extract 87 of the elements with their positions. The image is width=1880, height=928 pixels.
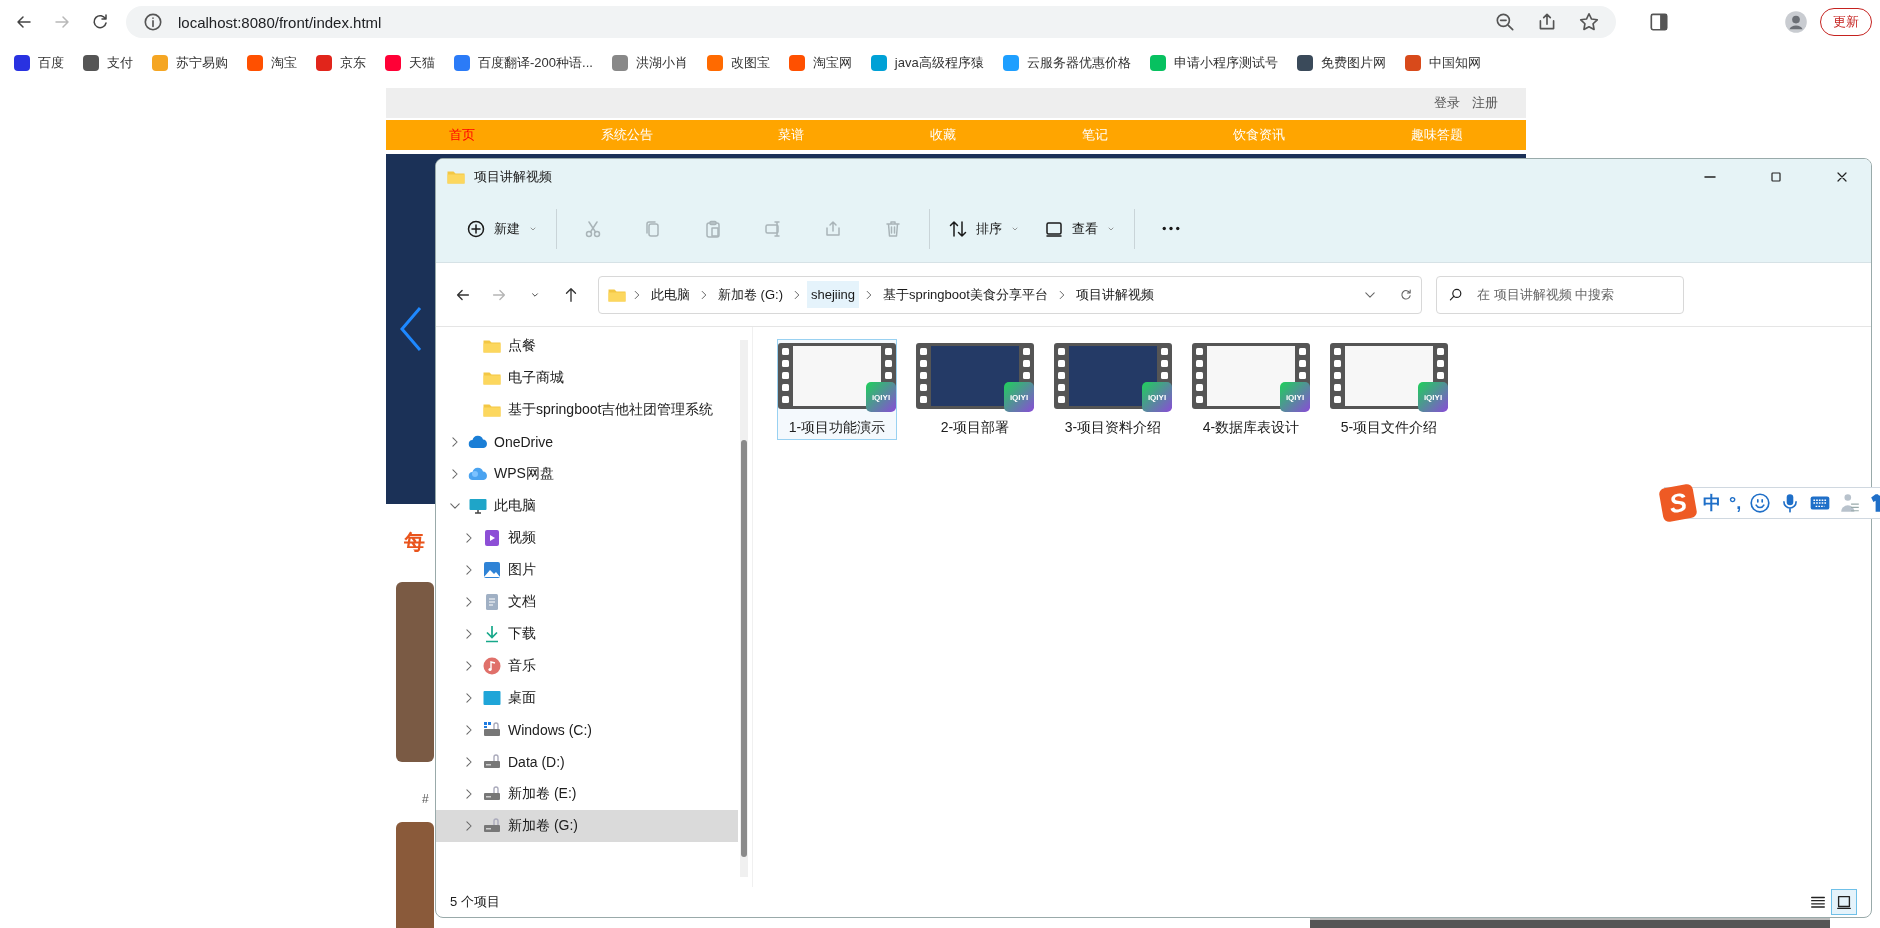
app-badge: iQIYI — [1418, 382, 1448, 412]
address-bar[interactable]: localhost:8080/front/index.html — [126, 6, 1616, 38]
tree-item[interactable]: 新加卷 (E:) — [436, 778, 738, 810]
bookmark-link[interactable]: 申请小程序测试号 — [1149, 54, 1278, 72]
clipboard-icon — [703, 218, 723, 239]
breadcrumb[interactable]: 基于springboot美食分享平台 — [879, 279, 1052, 310]
sort-icon — [948, 218, 968, 239]
maximize-icon — [1768, 169, 1784, 185]
breadcrumb[interactable]: shejiing — [807, 281, 860, 308]
side-panel-icon[interactable] — [1648, 11, 1670, 33]
plus-circle-icon — [466, 218, 486, 239]
scissors-icon — [583, 218, 603, 239]
emoji-icon[interactable] — [1749, 492, 1772, 514]
section-heading: 每 — [404, 529, 425, 555]
tree-item[interactable]: Data (D:) — [436, 746, 738, 778]
bookmark-link[interactable]: 京东 — [316, 54, 366, 72]
music-icon — [482, 656, 502, 676]
tree-item[interactable]: 基于springboot吉他社团管理系统 — [436, 394, 738, 426]
input-mode-toggle[interactable]: 中 — [1703, 491, 1721, 515]
bookmark-link[interactable]: 淘宝 — [247, 54, 297, 72]
info-icon — [142, 11, 164, 33]
tree-item[interactable]: Windows (C:) — [436, 714, 738, 746]
punctuation-toggle[interactable]: °, — [1729, 492, 1742, 514]
app-badge: iQIYI — [866, 382, 896, 412]
more-icon — [1162, 226, 1180, 231]
address-field[interactable]: 此电脑 新加卷 (G:) shejiing 基于springboot美食分享平台 项目讲解视频 — [598, 275, 1422, 314]
view-button[interactable]: 查看 — [1036, 210, 1124, 247]
bookmark-star-icon[interactable] — [1578, 11, 1600, 33]
zoom-icon[interactable] — [1494, 11, 1516, 33]
auth-link[interactable]: 注册 — [1472, 94, 1498, 112]
bookmark-link[interactable]: 支付 — [83, 54, 133, 72]
video-file[interactable]: iQIYI 4-数据库表设计 — [1191, 339, 1311, 440]
minimize-icon — [1703, 176, 1717, 178]
bookmark-link[interactable]: 百度 — [14, 54, 64, 72]
tree-item[interactable]: 视频 — [436, 522, 738, 554]
bookmark-link[interactable]: 改图宝 — [706, 54, 770, 72]
auth-link[interactable]: 登录 — [1434, 94, 1460, 112]
bookmark-link[interactable]: 淘宝网 — [788, 54, 852, 72]
picture-icon — [482, 560, 502, 580]
tree-item[interactable]: 文档 — [436, 586, 738, 618]
tree-item[interactable]: 桌面 — [436, 682, 738, 714]
tree-item[interactable]: 此电脑 — [436, 490, 738, 522]
status-text: 5 个项目 — [450, 893, 500, 911]
video-file[interactable]: iQIYI 2-项目部署 — [915, 339, 1035, 440]
video-file[interactable]: iQIYI 5-项目文件介绍 — [1329, 339, 1449, 440]
tree-item[interactable]: 图片 — [436, 554, 738, 586]
tree-item[interactable]: 新加卷 (G:) — [436, 810, 738, 842]
search-field[interactable]: 在 项目讲解视频 中搜索 — [1436, 275, 1684, 314]
bookmark-link[interactable]: 天猫 — [385, 54, 435, 72]
tree-item[interactable]: 音乐 — [436, 650, 738, 682]
bookmark-link[interactable]: 免费图片网 — [1296, 54, 1386, 72]
sort-button[interactable]: 排序 — [940, 210, 1028, 247]
rename-icon — [763, 218, 783, 239]
desktop-icon — [482, 688, 502, 708]
tiles-icon — [1835, 893, 1853, 911]
breadcrumb[interactable]: 此电脑 — [647, 279, 694, 310]
tiles-view-button[interactable] — [1831, 889, 1857, 915]
photo-caption: # — [422, 792, 429, 806]
breadcrumb[interactable]: 新加卷 (G:) — [714, 279, 787, 310]
bookmark-link[interactable]: 中国知网 — [1404, 54, 1481, 72]
video-icon — [482, 528, 502, 548]
bookmark-link[interactable]: 洪湖小肖 — [611, 54, 688, 72]
update-button[interactable]: 更新 — [1820, 8, 1872, 36]
app-badge: iQIYI — [1280, 382, 1310, 412]
share-icon — [823, 218, 843, 239]
url-text: localhost:8080/front/index.html — [178, 13, 383, 31]
bookmark-link[interactable]: 百度翻译-200种语... — [454, 54, 593, 72]
video-file[interactable]: iQIYI 3-项目资料介绍 — [1053, 339, 1173, 440]
tree-item[interactable]: 下载 — [436, 618, 738, 650]
bookmark-link[interactable]: java高级程序猿 — [870, 54, 984, 72]
new-button[interactable]: 新建 — [458, 210, 546, 247]
monitor-icon — [468, 496, 488, 516]
profile-avatar-icon[interactable] — [1784, 10, 1808, 34]
video-file[interactable]: iQIYI 1-项目功能演示 — [777, 339, 897, 440]
app-badge: iQIYI — [1004, 382, 1034, 412]
bookmark-link[interactable]: 苏宁易购 — [152, 54, 228, 72]
scrollbar-thumb[interactable] — [741, 440, 747, 857]
tree-item[interactable]: 电子商城 — [436, 362, 738, 394]
app-badge: iQIYI — [1142, 382, 1172, 412]
breadcrumb[interactable]: 项目讲解视频 — [1071, 279, 1158, 310]
tree-item[interactable]: 点餐 — [436, 330, 738, 362]
trash-icon — [883, 218, 903, 239]
bookmark-link[interactable]: 云服务器优惠价格 — [1002, 54, 1131, 72]
tree-item[interactable]: OneDrive — [436, 426, 738, 458]
refresh-icon[interactable] — [1399, 287, 1413, 302]
tree-item[interactable]: WPS网盘 — [436, 458, 738, 490]
window-title: 项目讲解视频 — [474, 168, 553, 186]
